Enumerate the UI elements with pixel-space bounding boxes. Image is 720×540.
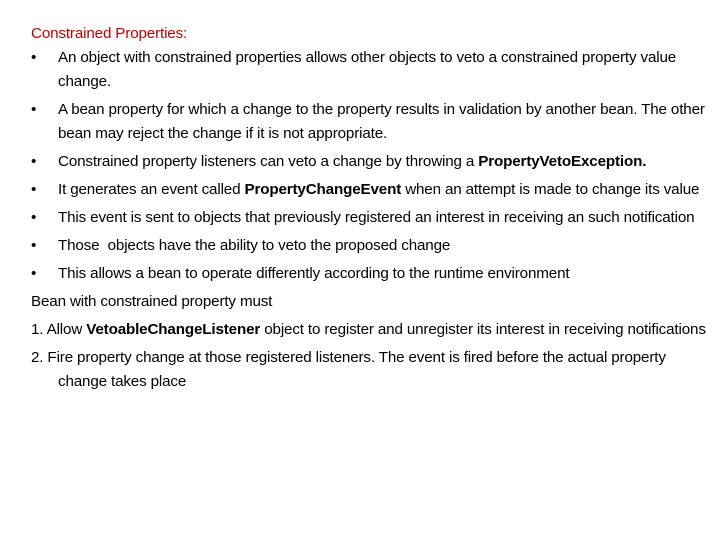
bullet-icon: • bbox=[31, 181, 37, 198]
bullet-text: A bean property for which a change to th… bbox=[58, 101, 705, 142]
bullet-icon: • bbox=[31, 153, 37, 170]
bullet-item: • It generates an event called PropertyC… bbox=[31, 178, 711, 202]
bullet-item: • Constrained property listeners can vet… bbox=[31, 150, 711, 174]
step-text-tail: object to register and unregister its in… bbox=[260, 321, 706, 338]
slide-content: Constrained Properties: • An object with… bbox=[31, 22, 711, 394]
bullet-item: • This event is sent to objects that pre… bbox=[31, 206, 711, 230]
bullet-icon: • bbox=[31, 101, 37, 118]
step-text: 2. Fire property change at those registe… bbox=[31, 349, 666, 390]
bullet-item: • A bean property for which a change to … bbox=[31, 98, 711, 146]
subheading: Bean with constrained property must bbox=[31, 293, 273, 310]
bullet-text: This event is sent to objects that previ… bbox=[58, 209, 695, 226]
bullet-icon: • bbox=[31, 49, 37, 66]
bullet-text: An object with constrained properties al… bbox=[58, 49, 677, 90]
class-name-property-veto-exception: PropertyVetoException. bbox=[478, 153, 647, 170]
bullet-text: Those objects have the ability to veto t… bbox=[58, 237, 451, 254]
bullet-icon: • bbox=[31, 209, 37, 226]
bullet-text-tail: when an attempt is made to change its va… bbox=[401, 181, 700, 198]
numbered-step: 1. Allow VetoableChangeListener object t… bbox=[31, 318, 711, 342]
class-name-vetoable-change-listener: VetoableChangeListener bbox=[86, 321, 261, 338]
bullet-item: • Those objects have the ability to veto… bbox=[31, 234, 711, 258]
class-name-property-change-event: PropertyChangeEvent bbox=[244, 181, 402, 198]
step-text: 1. Allow bbox=[31, 321, 87, 338]
bullet-text: It generates an event called bbox=[58, 181, 245, 198]
bullet-icon: • bbox=[31, 265, 37, 282]
bullet-item: • An object with constrained properties … bbox=[31, 46, 711, 94]
numbered-step: 2. Fire property change at those registe… bbox=[31, 346, 711, 394]
slide-title: Constrained Properties: bbox=[31, 25, 188, 42]
bullet-item: • This allows a bean to operate differen… bbox=[31, 262, 711, 286]
bullet-icon: • bbox=[31, 237, 37, 254]
bullet-text: Constrained property listeners can veto … bbox=[58, 153, 479, 170]
bullet-text: This allows a bean to operate differentl… bbox=[58, 265, 570, 282]
